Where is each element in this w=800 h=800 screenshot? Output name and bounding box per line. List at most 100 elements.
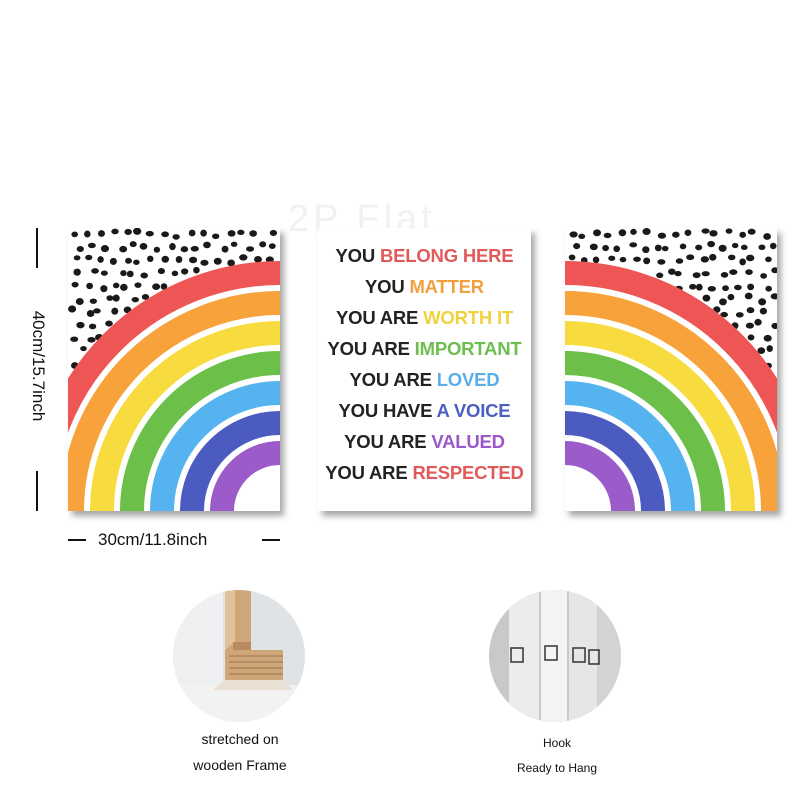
polka-dot <box>700 256 709 263</box>
polka-dot <box>740 244 748 251</box>
polka-dot <box>109 257 117 265</box>
polka-dot <box>747 228 756 235</box>
polka-dot <box>633 256 641 262</box>
polka-dot <box>172 234 180 240</box>
affirmation-prefix: YOU <box>335 245 380 266</box>
polka-dot <box>695 283 703 291</box>
polka-dot <box>709 230 718 237</box>
polka-dot <box>239 254 248 261</box>
polka-dot <box>120 283 128 291</box>
polka-dot <box>701 228 710 234</box>
affirmation-list: YOU BELONG HERE YOU MATTER YOU ARE WORTH I… <box>318 240 531 488</box>
polka-dot <box>89 298 98 304</box>
polka-dot <box>145 230 154 237</box>
polka-dot <box>766 345 773 352</box>
polka-dot <box>87 336 96 343</box>
affirmation-line: YOU MATTER <box>318 271 531 302</box>
height-dimension: 40cm/15.7inch <box>24 228 54 511</box>
polka-dot <box>119 245 128 253</box>
polka-dot <box>769 242 777 250</box>
polka-dot <box>573 242 581 250</box>
polka-dot <box>227 230 236 237</box>
polka-dot <box>578 233 586 239</box>
polka-dot <box>747 283 755 291</box>
polka-dot <box>126 270 134 278</box>
polka-dot <box>679 243 687 250</box>
polka-dot <box>657 259 666 265</box>
polka-dot <box>140 272 149 279</box>
polka-dot <box>139 243 148 250</box>
polka-dot <box>654 244 662 252</box>
polka-dot <box>630 228 637 235</box>
polka-dot <box>200 229 207 237</box>
polka-dot <box>739 231 746 238</box>
rainbow-band <box>565 441 635 511</box>
polka-dot <box>193 266 200 274</box>
polka-dot <box>259 241 267 248</box>
polka-dot <box>100 270 108 276</box>
polka-dot <box>88 323 97 330</box>
affirmation-highlight: MATTER <box>409 276 484 297</box>
polka-dot <box>759 307 768 315</box>
wooden-frame-illustration <box>173 590 305 722</box>
affirmation-line: YOU HAVE A VOICE <box>318 395 531 426</box>
affirmation-prefix: YOU <box>365 276 410 297</box>
polka-dot <box>771 322 777 330</box>
polka-dot <box>157 268 165 275</box>
affirmation-print: YOU BELONG HERE YOU MATTER YOU ARE WORTH I… <box>318 228 531 511</box>
polka-dot <box>731 242 739 249</box>
affirmation-line: YOU ARE IMPORTANT <box>318 333 531 364</box>
polka-dot <box>763 334 772 342</box>
polka-dot <box>760 273 768 279</box>
polka-dot <box>643 257 651 265</box>
polka-dot <box>695 244 703 251</box>
affirmation-prefix: YOU ARE <box>349 369 437 390</box>
polka-dot <box>765 285 772 292</box>
polka-dot <box>745 322 754 329</box>
polka-dot <box>161 255 170 263</box>
polka-dot <box>171 270 179 277</box>
polka-dot <box>618 229 627 237</box>
polka-dot <box>735 312 744 318</box>
polka-dot <box>642 246 650 254</box>
polka-dot <box>190 245 199 252</box>
polka-dot <box>254 255 262 263</box>
polka-dot <box>131 297 140 303</box>
polka-dot <box>707 240 716 248</box>
polka-dot <box>702 294 711 302</box>
rainbow-band <box>210 441 280 511</box>
polka-dot <box>106 295 114 301</box>
affirmation-prefix: YOU ARE <box>335 307 424 328</box>
polka-dot <box>86 282 94 290</box>
polka-dot <box>758 298 767 306</box>
polka-dot <box>727 254 736 261</box>
frame-caption-line2: wooden Frame <box>193 757 287 773</box>
affirmation-highlight: RESPECTED <box>412 462 524 483</box>
polka-dot <box>97 256 104 263</box>
frame-caption-line1: stretched on <box>201 731 279 747</box>
polka-dot <box>98 230 105 237</box>
width-dimension: 30cm/11.8inch <box>68 528 280 552</box>
polka-dot <box>85 254 93 261</box>
polka-dot <box>75 298 84 306</box>
polka-dot <box>221 245 229 253</box>
polka-dot <box>707 285 716 292</box>
polka-dot <box>169 243 176 251</box>
polka-dot <box>188 229 196 237</box>
polka-dot <box>111 228 119 235</box>
polka-dot <box>686 254 695 261</box>
polka-dot <box>729 269 738 275</box>
affirmation-prefix: YOU ARE <box>325 462 413 483</box>
polka-dot <box>73 255 81 261</box>
rainbow-left-art <box>68 228 280 511</box>
affirmation-line: YOU ARE VALUED <box>318 426 531 457</box>
affirmation-prefix: YOU ARE <box>344 431 432 452</box>
polka-dot <box>692 272 701 279</box>
polka-dot <box>747 334 755 341</box>
rainbow-right-art <box>565 228 777 511</box>
polka-dot <box>709 253 717 261</box>
hook-detail-image <box>489 590 621 722</box>
polka-dot <box>175 256 183 264</box>
polka-dot <box>71 231 79 238</box>
polka-dot <box>213 257 222 265</box>
